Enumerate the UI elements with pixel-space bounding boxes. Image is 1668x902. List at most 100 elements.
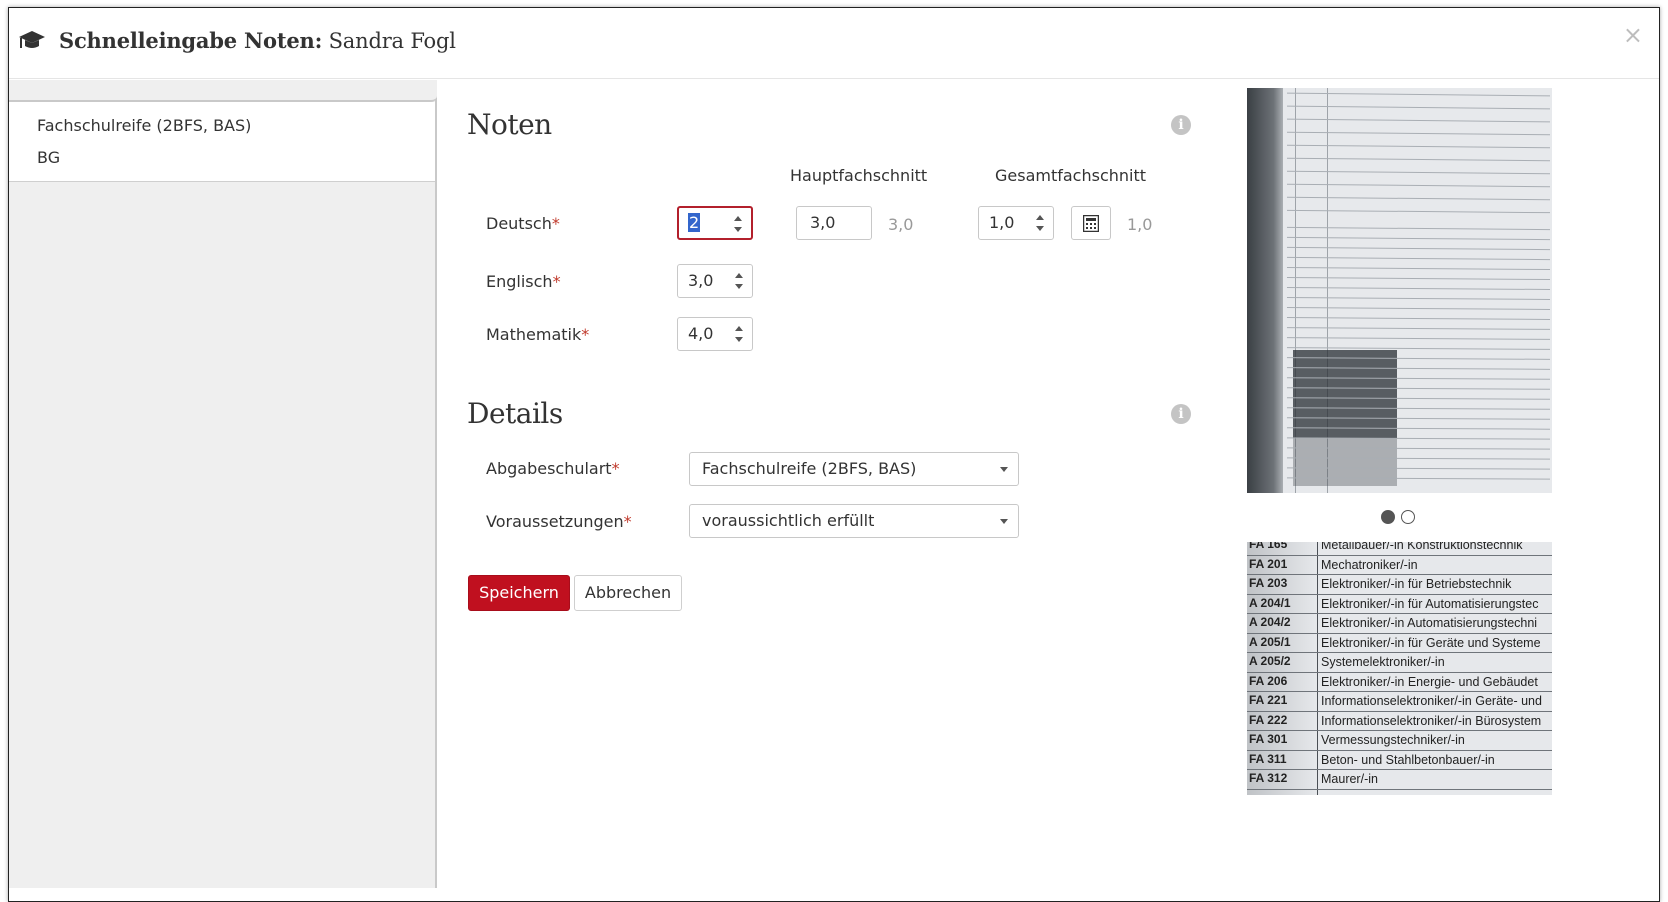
deutsch-grade-value[interactable]: 2	[688, 213, 701, 232]
calculator-icon	[1083, 215, 1099, 232]
table-row: FA 222 Informationselektroniker/-in Büros…	[1247, 712, 1552, 731]
abgabeschulart-label: Abgabeschulart*	[486, 459, 620, 478]
deutsch-label-text: Deutsch	[486, 214, 552, 233]
table-row: FA 203 Elektroniker/-in für Betriebstechn…	[1247, 575, 1552, 595]
voraussetzungen-value[interactable]: voraussichtlich erfüllt	[702, 511, 874, 530]
table-row: A 205/1 Elektroniker/-in für Geräte und S…	[1247, 634, 1552, 653]
table-row-description: Mechatroniker/-in	[1321, 557, 1418, 572]
voraussetzungen-select[interactable]: voraussichtlich erfüllt	[689, 504, 1019, 538]
modal-title-bold: Schnelleingabe Noten:	[59, 28, 323, 53]
mathematik-grade-value[interactable]: 4,0	[688, 324, 713, 343]
table-row-description: Informationselektroniker/-in Bürosystem	[1321, 713, 1542, 728]
stepper-arrows-icon[interactable]	[735, 323, 745, 345]
stepper-arrows-icon[interactable]	[735, 270, 745, 292]
mathematik-grade-stepper[interactable]: 4,0	[677, 317, 753, 351]
deutsch-gesamtfach-value[interactable]: 1,0	[989, 213, 1014, 232]
table-row-description: Metallbauer/-in Konstruktionstechnik	[1321, 542, 1523, 552]
deutsch-gesamtfach-computed: 1,0	[1127, 215, 1153, 234]
table-row: FA 206 Elektroniker/-in Energie- und Gebä…	[1247, 673, 1552, 692]
table-row-description: Elektroniker/-in Energie- und Gebäudet	[1321, 674, 1538, 689]
table-row-code: FA 311	[1249, 751, 1287, 766]
noten-info-icon[interactable]: i	[1171, 115, 1191, 135]
photo-shadow	[1293, 350, 1397, 438]
mathematik-label: Mathematik*	[486, 325, 589, 344]
carousel-dot-2[interactable]	[1401, 510, 1415, 524]
required-marker: *	[623, 512, 632, 531]
table-row-code: FA 206	[1249, 673, 1288, 688]
sidebar: Fachschulreife (2BFS, BAS) BG	[9, 80, 437, 888]
cancel-button[interactable]: Abbrechen	[574, 575, 682, 611]
chevron-down-icon[interactable]	[1000, 519, 1008, 524]
table-row-code: FA 165	[1249, 542, 1288, 551]
photo-background	[1247, 88, 1285, 493]
abgabeschulart-value[interactable]: Fachschulreife (2BFS, BAS)	[702, 459, 916, 478]
table-row: A 204/2 Elektroniker/-in Automatisierungs…	[1247, 614, 1552, 634]
englisch-grade-value[interactable]: 3,0	[688, 271, 713, 290]
details-info-icon[interactable]: i	[1171, 404, 1191, 424]
table-row-code: A 205/1	[1249, 634, 1291, 649]
modal-title: Schnelleingabe Noten: Sandra Fogl	[59, 28, 456, 53]
table-row: FA 311 Beton- und Stahlbetonbauer/-in	[1247, 751, 1552, 770]
required-marker: *	[551, 214, 560, 233]
close-icon[interactable]: ×	[1623, 22, 1643, 48]
deutsch-hauptfach-value[interactable]: 3,0	[810, 213, 835, 232]
stepper-arrows-icon[interactable]	[734, 213, 744, 235]
deutsch-gesamtfach-stepper[interactable]: 1,0	[978, 206, 1054, 240]
gesamtfachschnitt-header: Gesamtfachschnitt	[995, 166, 1147, 185]
abgabeschulart-label-text: Abgabeschulart	[486, 459, 612, 478]
carousel-dot-1[interactable]	[1381, 510, 1395, 524]
englisch-label: Englisch*	[486, 272, 561, 291]
quick-entry-modal: Schnelleingabe Noten: Sandra Fogl × Fach…	[8, 7, 1660, 902]
deutsch-hauptfach-input[interactable]: 3,0	[796, 206, 872, 240]
hauptfachschnitt-header: Hauptfachschnitt	[790, 166, 928, 185]
table-row-code: FA 203	[1249, 576, 1288, 590]
table-row-description: Elektroniker/-in für Automatisierungstec	[1321, 596, 1539, 611]
deutsch-grade-stepper[interactable]: 2	[677, 206, 753, 240]
table-row-code: FA 301	[1249, 732, 1288, 746]
voraussetzungen-label-text: Voraussetzungen	[486, 512, 624, 531]
table-row: A 205/2 Systemelektroniker/-in	[1247, 653, 1552, 673]
sidebar-tab	[9, 80, 437, 102]
table-row-description: Elektroniker/-in Automatisierungstechni	[1321, 616, 1538, 630]
englisch-label-text: Englisch	[486, 272, 553, 291]
required-marker: *	[611, 459, 620, 478]
sidebar-item-fachschulreife[interactable]: Fachschulreife (2BFS, BAS)	[37, 116, 251, 135]
table-row: FA 221 Informationselektroniker/-in Gerät…	[1247, 692, 1552, 712]
table-row-code: FA 221	[1249, 693, 1288, 707]
required-marker: *	[581, 325, 590, 344]
table-row-description: Systemelektroniker/-in	[1321, 655, 1445, 669]
student-name: Sandra Fogl	[328, 29, 456, 53]
table-row-description: Informationselektroniker/-in Geräte- und	[1321, 694, 1542, 708]
deutsch-hauptfach-computed: 3,0	[888, 215, 914, 234]
mathematik-label-text: Mathematik	[486, 325, 582, 344]
stepper-arrows-icon[interactable]	[1036, 212, 1046, 234]
chevron-down-icon[interactable]	[1000, 467, 1008, 472]
table-row-description: Elektroniker/-in für Geräte und Systeme	[1321, 635, 1541, 650]
document-table-image[interactable]: FA 165 Metallbauer/-in Konstruktionstechn…	[1247, 542, 1552, 795]
table-row: FA 312 Maurer/-in	[1247, 770, 1552, 790]
carousel-indicators	[1381, 510, 1421, 526]
table-row-description: Beton- und Stahlbetonbauer/-in	[1321, 752, 1495, 767]
deutsch-label: Deutsch*	[486, 214, 560, 233]
table-row-code: A 204/1	[1249, 595, 1291, 610]
sidebar-list: Fachschulreife (2BFS, BAS) BG	[9, 102, 435, 182]
table-row-description: Maurer/-in	[1321, 772, 1378, 786]
sidebar-item-bg[interactable]: BG	[37, 148, 60, 167]
englisch-grade-stepper[interactable]: 3,0	[677, 264, 753, 298]
calculate-button[interactable]	[1071, 206, 1111, 240]
required-marker: *	[552, 272, 561, 291]
table-row-code: FA 201	[1249, 556, 1288, 571]
abgabeschulart-select[interactable]: Fachschulreife (2BFS, BAS)	[689, 452, 1019, 486]
table-row: FA 201 Mechatroniker/-in	[1247, 556, 1552, 575]
table-row: FA 301 Vermessungstechniker/-in	[1247, 731, 1552, 751]
table-row-code: A 205/2	[1249, 654, 1291, 668]
details-section-title: Details	[467, 397, 563, 430]
document-photo[interactable]	[1247, 88, 1552, 493]
table-row-description: Elektroniker/-in für Betriebstechnik	[1321, 577, 1512, 591]
table-row-code: A 204/2	[1249, 615, 1291, 629]
table-row-description: Vermessungstechniker/-in	[1321, 733, 1465, 747]
table-row: FA 165 Metallbauer/-in Konstruktionstechn…	[1247, 542, 1552, 556]
modal-header: Schnelleingabe Noten: Sandra Fogl ×	[9, 8, 1659, 79]
table-row-code: FA 222	[1249, 712, 1288, 727]
save-button[interactable]: Speichern	[468, 575, 570, 611]
